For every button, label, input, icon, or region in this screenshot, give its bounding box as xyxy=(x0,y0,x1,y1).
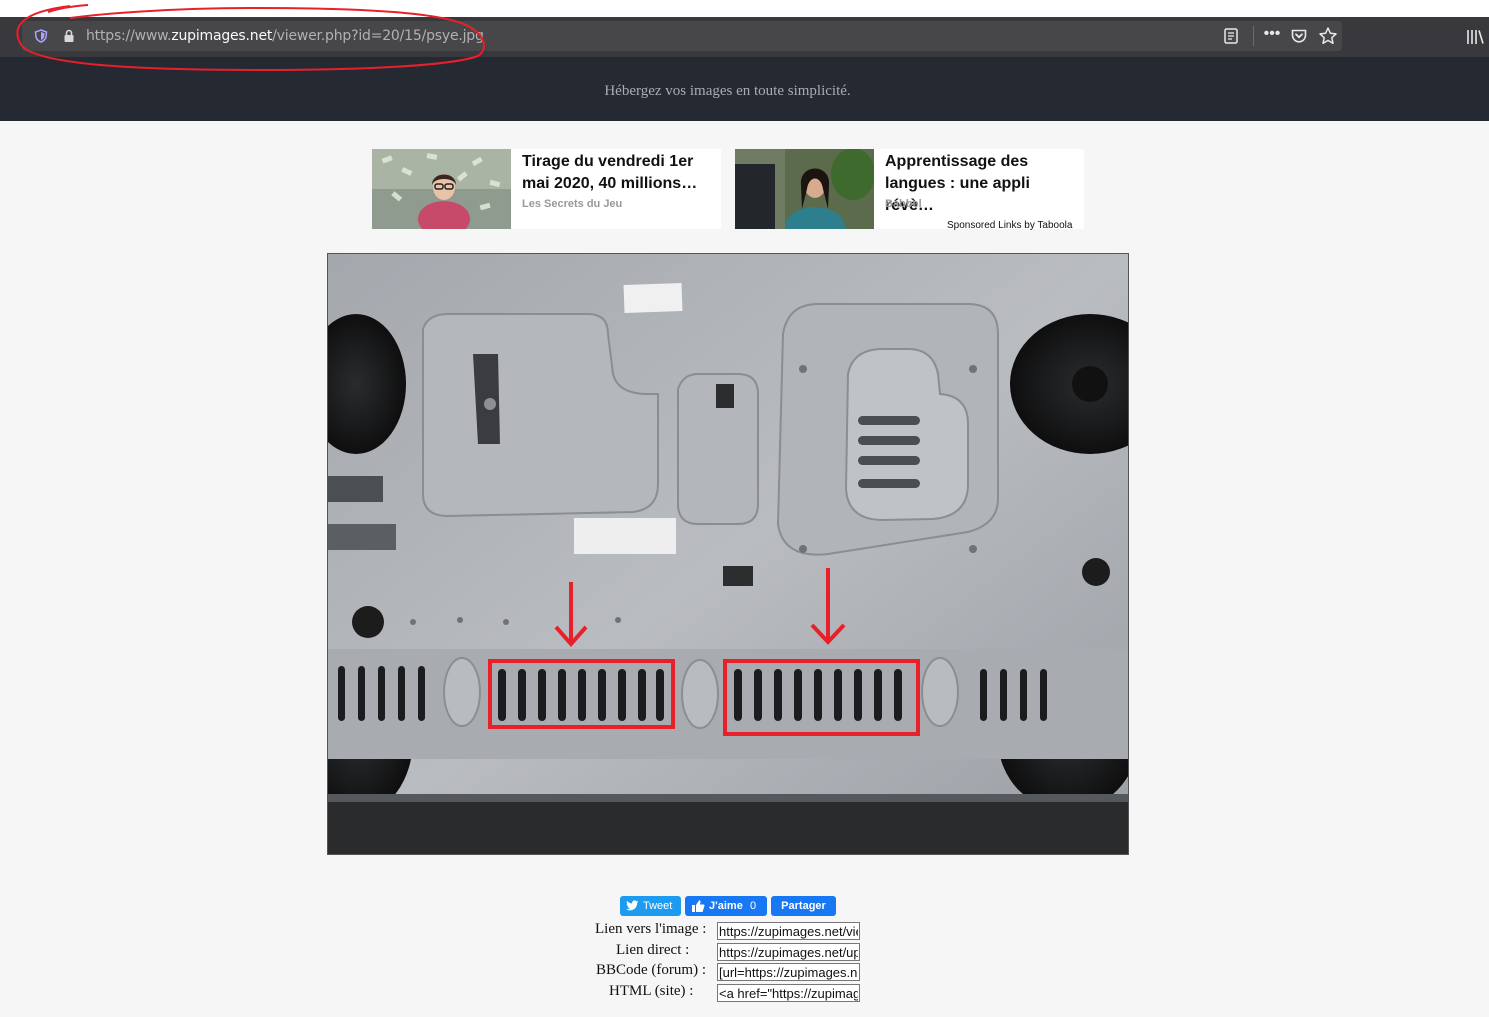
ad-title[interactable]: Tirage du vendredi 1er mai 2020, 40 mill… xyxy=(522,151,720,195)
library-icon[interactable] xyxy=(1465,28,1485,46)
image-link-field[interactable] xyxy=(717,922,860,940)
tweet-button[interactable]: Tweet xyxy=(620,896,681,916)
tweet-label: Tweet xyxy=(643,900,673,912)
ad-source: Babbel xyxy=(885,198,922,210)
twitter-bird-icon xyxy=(626,900,639,911)
direct-link-field[interactable] xyxy=(717,943,860,961)
link-row-bbcode: BBCode (forum) : xyxy=(560,962,860,982)
sponsored-ad-card[interactable]: Apprentissage des langues : une appli ré… xyxy=(735,149,1084,229)
tracking-shield-icon[interactable] xyxy=(34,29,48,43)
page-actions-menu-icon[interactable]: ••• xyxy=(1262,24,1282,48)
ad-thumbnail[interactable] xyxy=(735,149,874,229)
sponsored-links-label[interactable]: Sponsored Links by Taboola xyxy=(947,220,1072,231)
html-code-field[interactable] xyxy=(717,984,860,1002)
window-top-strip xyxy=(0,0,1489,17)
link-row-image: Lien vers l'image : xyxy=(560,921,860,941)
link-label: Lien direct : xyxy=(616,942,690,958)
url-host: zupimages.net xyxy=(171,28,273,44)
bbcode-field[interactable] xyxy=(717,963,860,981)
lock-icon[interactable] xyxy=(62,29,76,43)
bookmark-star-icon[interactable] xyxy=(1318,26,1338,46)
link-label: HTML (site) : xyxy=(609,983,694,999)
link-label: Lien vers l'image : xyxy=(595,921,707,937)
like-count: 0 xyxy=(750,900,757,912)
link-row-direct: Lien direct : xyxy=(560,942,860,962)
browser-toolbar: https://www.zupimages.net/viewer.php?id=… xyxy=(0,17,1489,57)
ad-thumbnail[interactable] xyxy=(372,149,511,229)
site-tagline: Hébergez vos images en toute simplicité. xyxy=(604,83,851,99)
ad-source: Les Secrets du Jeu xyxy=(522,198,623,210)
facebook-like-button[interactable]: J'aime 0 xyxy=(685,896,767,916)
address-bar[interactable]: https://www.zupimages.net/viewer.php?id=… xyxy=(22,21,1342,51)
address-bar-separator xyxy=(1253,26,1254,46)
facebook-share-button[interactable]: Partager xyxy=(771,896,836,916)
reader-view-icon[interactable] xyxy=(1222,27,1240,45)
pocket-icon[interactable] xyxy=(1290,27,1308,45)
like-label: J'aime xyxy=(709,900,743,912)
thumbs-up-icon xyxy=(692,900,705,912)
url-text[interactable]: https://www.zupimages.net/viewer.php?id=… xyxy=(86,28,484,44)
site-header: Hébergez vos images en toute simplicité. xyxy=(0,57,1489,121)
hosted-image[interactable] xyxy=(327,253,1129,855)
sponsored-ad-card[interactable]: Tirage du vendredi 1er mai 2020, 40 mill… xyxy=(372,149,721,229)
link-row-html: HTML (site) : xyxy=(560,983,860,1003)
link-label: BBCode (forum) : xyxy=(596,962,706,978)
url-scheme: https://www. xyxy=(86,28,172,44)
url-path: /viewer.php?id=20/15/psye.jpg xyxy=(272,28,484,44)
